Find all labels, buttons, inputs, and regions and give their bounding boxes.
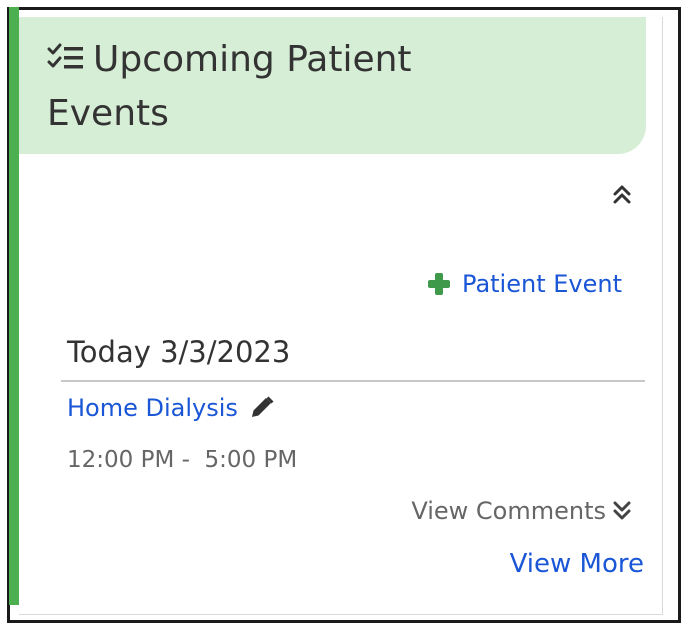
add-patient-event-button[interactable]: Patient Event	[428, 270, 622, 298]
panel-title-wrapper: Upcoming Patient Events	[47, 33, 477, 141]
panel-header: Upcoming Patient Events	[19, 17, 646, 154]
accent-bar	[9, 7, 19, 605]
view-comments-toggle[interactable]: View Comments	[411, 497, 632, 525]
event-time: 12:00 PM - 5:00 PM	[67, 447, 298, 473]
upcoming-events-panel: Upcoming Patient Events Patient Event To…	[19, 17, 663, 615]
view-comments-label: View Comments	[411, 497, 606, 525]
plus-icon	[428, 273, 451, 295]
event-item: Home Dialysis	[67, 394, 276, 422]
date-divider	[61, 380, 645, 382]
view-more-link[interactable]: View More	[510, 549, 644, 579]
chevron-double-up-icon[interactable]	[610, 182, 634, 206]
add-patient-event-label: Patient Event	[462, 270, 622, 298]
task-checklist-icon	[47, 43, 83, 69]
date-heading: Today 3/3/2023	[67, 335, 291, 369]
panel-title: Upcoming Patient Events	[47, 39, 412, 134]
chevron-double-down-icon	[613, 501, 631, 520]
pencil-icon[interactable]	[248, 395, 276, 421]
event-name-link[interactable]: Home Dialysis	[67, 394, 238, 422]
